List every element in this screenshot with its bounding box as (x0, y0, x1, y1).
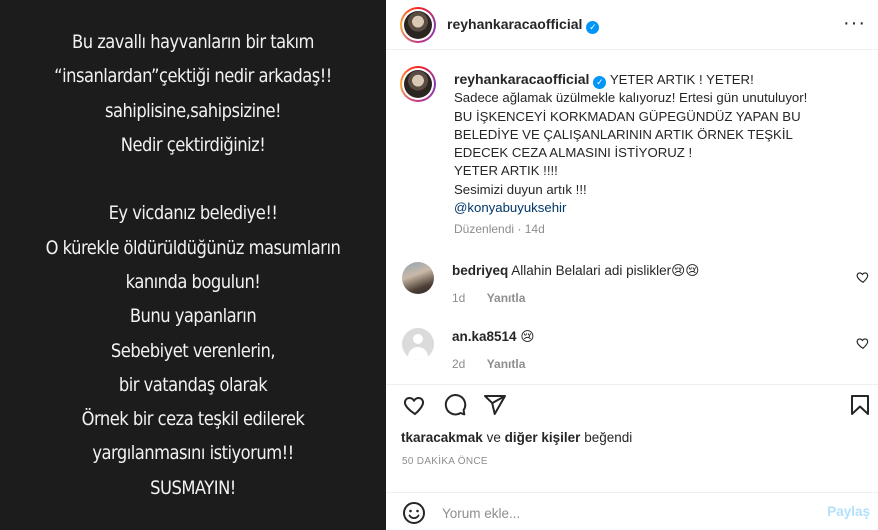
author-avatar[interactable] (400, 7, 436, 43)
commenter-username[interactable]: an.ka8514 (452, 329, 517, 344)
meta-separator: · (517, 222, 522, 236)
comment-input[interactable] (442, 503, 802, 523)
media-text-line: Bunu yapanların (129, 305, 257, 328)
likes-conjunction: ve (486, 430, 501, 445)
comment-body: Allahin Belalari adi pislikler😢😢 (511, 263, 700, 278)
media-text-line: Bu zavallı hayvanların bir takım (72, 30, 314, 53)
commenter-username[interactable]: bedriyeq (452, 263, 508, 278)
media-text-line: Sebebiyet verenlerin, (110, 339, 276, 362)
comment-body: 😢 (520, 329, 535, 344)
post-header: reyhankaracaofficial ✓ ··· (386, 0, 878, 50)
verified-badge-icon: ✓ (593, 76, 607, 89)
other-likers-link[interactable]: diğer kişiler (505, 430, 581, 445)
comment-box: Paylaş (386, 492, 878, 530)
comment-age: 2d (452, 357, 466, 371)
caption-line: BELEDİYE VE ÇALIŞANLARININ ARTIK ÖRNEK T… (454, 126, 793, 142)
reply-button[interactable]: Yanıtla (487, 291, 526, 305)
media-text-line: SUSMAYIN! (150, 476, 236, 499)
comment-text: an.ka8514 😢 (452, 329, 534, 345)
commenter-avatar[interactable] (402, 262, 434, 294)
comment-text: bedriyeq Allahin Belalari adi pislikler😢… (452, 263, 699, 279)
caption-first-line: YETER ARTIK ! YETER! (609, 72, 754, 87)
caption-line: Sadece ağlamak üzülmekle kalıyoruz! Erte… (454, 90, 808, 106)
author-username[interactable]: reyhankaracaofficial (447, 16, 582, 32)
commenter-avatar[interactable] (402, 328, 434, 360)
reply-button[interactable]: Yanıtla (487, 357, 526, 371)
media-text-line: Örnek bir ceza teşkil edilerek (81, 408, 305, 431)
like-comment-heart-icon[interactable] (856, 336, 870, 350)
post-actions (386, 384, 878, 420)
comment-age: 1d (452, 291, 466, 305)
edited-label: Düzenlendi (454, 222, 515, 236)
post-media[interactable]: Bu zavallı hayvanların bir takım “insanla… (0, 0, 386, 530)
media-text-line: kanında bogulun! (125, 271, 261, 293)
media-text-line: Nedir çektirdiğiniz! (120, 133, 266, 156)
caption-body: reyhankaracaofficial ✓ YETER ARTIK ! YETE… (454, 70, 864, 217)
likes-summary: tkaracakmak ve diğer kişiler beğendi (401, 430, 632, 445)
media-text-line: Ey vicdanız belediye!! (108, 202, 278, 225)
post-panel: reyhankaracaofficial ✓ ··· reyhankaracaof… (386, 0, 878, 530)
comment-meta: 2d Yanıtla (452, 357, 525, 371)
comment-item: an.ka8514 😢 2d Yanıtla (400, 328, 870, 378)
media-text-line: bir vatandaş olarak (118, 373, 268, 396)
comment-item: bedriyeq Allahin Belalari adi pislikler😢… (400, 262, 870, 312)
caption-line: EDECEK CEZA ALMASINI İSTİYORUZ ! (454, 145, 693, 161)
caption-line: Sesimizi duyun artık !!! (454, 181, 587, 197)
like-comment-heart-icon[interactable] (856, 270, 870, 284)
media-text: Bu zavallı hayvanların bir takım “insanla… (27, 25, 359, 505)
emoji-icon[interactable] (402, 501, 426, 525)
comment-meta: 1d Yanıtla (452, 291, 525, 305)
liker-username[interactable]: tkaracakmak (401, 430, 483, 445)
caption-line: YETER ARTIK !!!! (454, 163, 558, 179)
likes-verb: beğendi (584, 430, 633, 445)
more-options-icon[interactable]: ··· (843, 13, 866, 33)
media-text-line: sahiplisine,sahipsizine! (104, 99, 282, 122)
caption-line: BU İŞKENCEYİ KORKMADAN GÜPEGÜNDÜZ YAPAN … (454, 108, 801, 124)
heart-icon[interactable] (403, 393, 427, 417)
post-comment-button[interactable]: Paylaş (827, 504, 870, 519)
media-text-line: “insanlardan”çektiği nedir arkadaş!! (54, 65, 332, 88)
caption-username[interactable]: reyhankaracaofficial (454, 71, 589, 87)
post-timestamp[interactable]: 50 DAKİKA ÖNCE (402, 456, 488, 467)
media-text-line: yargılanmasını istiyorum!! (92, 442, 294, 465)
comment-icon[interactable] (443, 393, 467, 417)
caption-avatar[interactable] (400, 66, 436, 102)
verified-badge-icon: ✓ (586, 21, 600, 34)
share-icon[interactable] (483, 393, 507, 417)
caption-meta: Düzenlendi · 14d (454, 222, 545, 236)
media-text-line (27, 162, 359, 196)
media-text-line: O kürekle öldürüldüğünüz masumların (45, 236, 341, 259)
mention-link[interactable]: @konyabuyuksehir (454, 199, 864, 217)
bookmark-icon[interactable] (848, 393, 872, 417)
caption-age: 14d (524, 222, 545, 236)
